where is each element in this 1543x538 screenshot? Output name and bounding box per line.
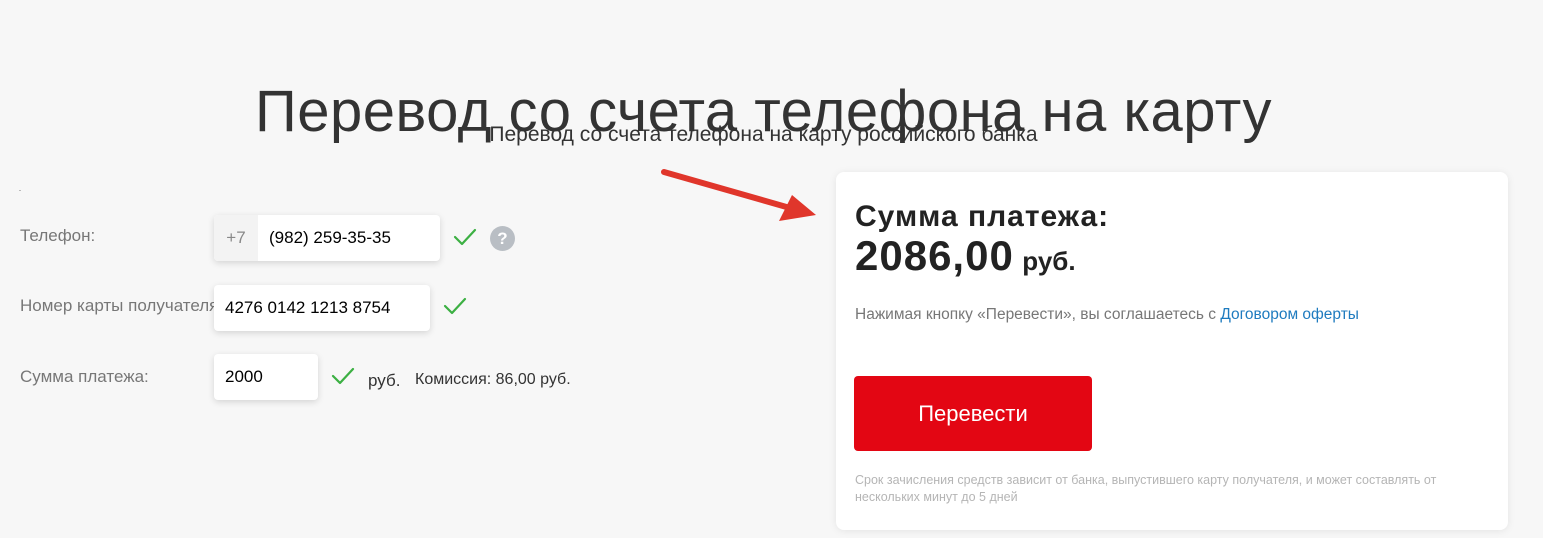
amount-unit: руб. (368, 371, 401, 390)
card-number-field[interactable]: 4276 0142 1213 8754 (214, 285, 430, 331)
amount-input-value[interactable]: 2000 (214, 367, 263, 387)
amount-field[interactable]: 2000 (214, 354, 318, 400)
phone-input-value[interactable]: (982) 259-35-35 (258, 228, 391, 248)
check-icon (453, 228, 477, 246)
phone-label: Телефон: (20, 226, 96, 245)
sum-label: Сумма платежа: (855, 200, 1110, 233)
sum-amount: 2086,00 (855, 232, 1014, 279)
card-number-input-value[interactable]: 4276 0142 1213 8754 (214, 298, 390, 318)
agreement-prefix: Нажимая кнопку «Перевести», вы соглашает… (855, 306, 1221, 323)
check-icon (331, 367, 355, 385)
processing-time-note: Срок зачисления средств зависит от банка… (855, 473, 1437, 504)
page-subtitle: Перевод со счета телефона на карту росси… (489, 123, 1038, 146)
help-icon[interactable]: ? (490, 226, 515, 251)
check-icon (443, 297, 467, 315)
commission-text: Комиссия: 86,00 руб. (415, 371, 571, 388)
phone-field[interactable]: +7 (982) 259-35-35 (214, 215, 440, 261)
amount-label: Сумма платежа: (20, 367, 149, 386)
arrow-icon (661, 169, 816, 221)
transfer-button[interactable]: Перевести (854, 376, 1092, 451)
payment-summary-card: Сумма платежа: 2086,00 руб. Нажимая кноп… (836, 172, 1508, 530)
sum-amount-row: 2086,00 руб. (855, 232, 1076, 290)
sum-currency: руб. (1022, 246, 1076, 276)
offer-agreement-link[interactable]: Договором оферты (1220, 306, 1359, 323)
divider-mark (19, 190, 21, 191)
agreement-text: Нажимая кнопку «Перевести», вы соглашает… (855, 305, 1359, 325)
card-number-label: Номер карты получателя: (20, 296, 224, 315)
phone-prefix: +7 (214, 215, 258, 261)
